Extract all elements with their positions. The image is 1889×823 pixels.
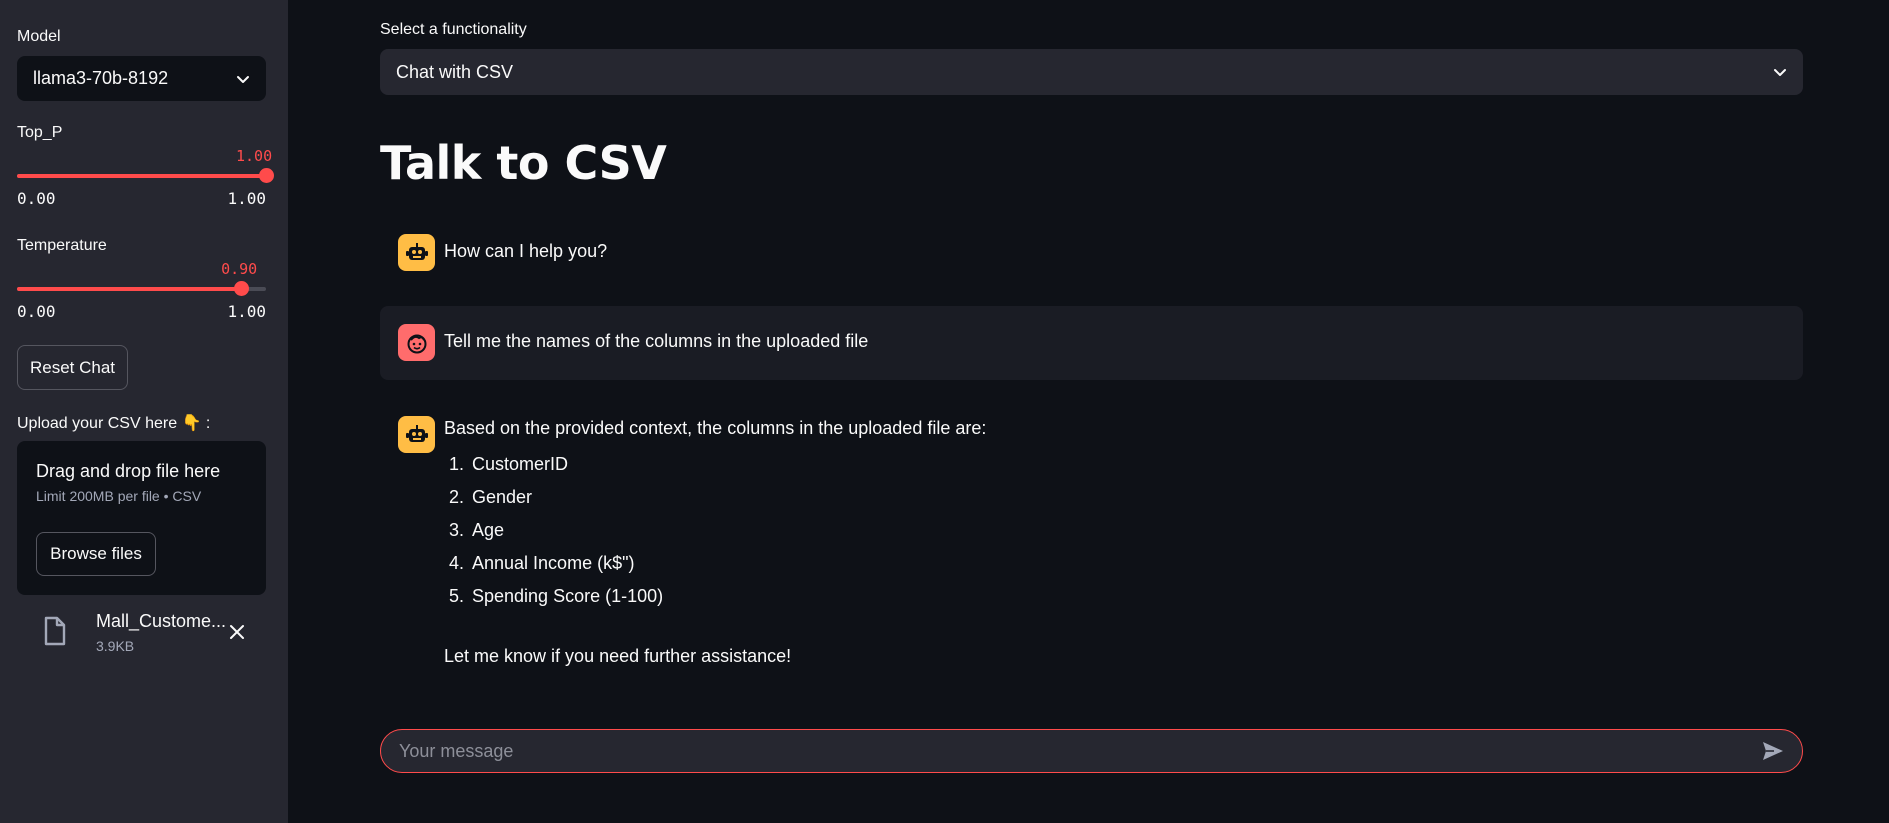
top-p-label: Top_P — [17, 124, 63, 141]
chat-message-assistant: How can I help you? — [380, 214, 1803, 288]
file-dropzone[interactable]: Drag and drop file here Limit 200MB per … — [17, 441, 266, 595]
top-p-max: 1.00 — [227, 189, 266, 208]
list-item: 4. Annual Income (k$") — [438, 553, 663, 586]
dropzone-limit: Limit 200MB per file • CSV — [36, 488, 202, 504]
send-icon[interactable] — [1762, 741, 1784, 761]
reset-chat-button[interactable]: Reset Chat — [17, 345, 128, 390]
sidebar: Model llama3-70b-8192 Top_P 1.00 0.00 1.… — [0, 0, 288, 823]
browse-files-button[interactable]: Browse files — [36, 532, 156, 576]
message-intro: Based on the provided context, the colum… — [444, 418, 987, 438]
file-icon — [44, 616, 66, 646]
temperature-max: 1.00 — [227, 302, 266, 321]
temperature-slider[interactable]: 0.90 0.00 1.00 — [17, 260, 266, 321]
chevron-down-icon — [237, 75, 249, 83]
list-item: 5. Spending Score (1-100) — [438, 586, 663, 619]
list-text: Spending Score (1-100) — [472, 586, 664, 606]
top-p-value: 1.00 — [236, 147, 273, 165]
slider-thumb[interactable] — [234, 281, 250, 296]
chat-input-box — [380, 729, 1803, 773]
page-title: Talk to CSV — [380, 136, 667, 190]
bot-avatar — [398, 416, 435, 453]
chevron-down-icon — [1774, 69, 1786, 76]
list-item: 3. Age — [438, 520, 663, 553]
chat-message-assistant: Based on the provided context, the colum… — [380, 398, 1803, 688]
top-p-slider[interactable]: 1.00 0.00 1.00 — [17, 147, 274, 208]
model-select[interactable]: llama3-70b-8192 — [17, 56, 266, 101]
list-number: 1. — [448, 454, 464, 474]
file-size: 3.9KB — [96, 638, 135, 654]
dropzone-title: Drag and drop file here — [36, 461, 221, 481]
temperature-label: Temperature — [17, 237, 107, 254]
face-icon — [407, 334, 426, 353]
robot-icon — [405, 424, 428, 442]
list-item: 2. Gender — [438, 487, 663, 520]
slider-thumb[interactable] — [259, 168, 274, 183]
upload-label: Upload your CSV here 👇 : — [17, 415, 211, 432]
bot-avatar — [398, 234, 435, 271]
list-text: Gender — [472, 487, 533, 507]
functionality-label: Select a functionality — [380, 21, 527, 38]
list-text: CustomerID — [472, 454, 569, 474]
message-text: Tell me the names of the columns in the … — [444, 331, 869, 351]
list-number: 4. — [448, 553, 464, 573]
top-p-min: 0.00 — [17, 189, 56, 208]
functionality-select-value: Chat with CSV — [396, 61, 514, 82]
list-text: Age — [472, 520, 505, 540]
close-icon[interactable] — [229, 624, 245, 640]
user-avatar — [398, 324, 435, 361]
model-select-value: llama3-70b-8192 — [33, 68, 169, 88]
file-name: Mall_Custome... — [96, 611, 227, 631]
chat-input[interactable] — [399, 740, 1762, 762]
list-number: 3. — [448, 520, 464, 540]
slider-fill — [17, 174, 266, 178]
column-list: 1. CustomerID 2. Gender 3. Age 4. Annual Inc… — [438, 454, 663, 619]
list-number: 2. — [448, 487, 464, 507]
list-item: 1. CustomerID — [438, 454, 663, 487]
slider-track — [17, 281, 266, 296]
temperature-min: 0.00 — [17, 302, 56, 321]
uploaded-file: Mall_Custome... 3.9KB — [40, 610, 260, 658]
list-number: 5. — [448, 586, 464, 606]
list-text: Annual Income (k$") — [472, 553, 635, 573]
model-label: Model — [17, 28, 61, 45]
temperature-value: 0.90 — [221, 260, 258, 278]
slider-track — [17, 168, 274, 183]
robot-icon — [405, 242, 428, 260]
message-text: How can I help you? — [444, 241, 608, 261]
functionality-select[interactable]: Chat with CSV — [380, 49, 1803, 95]
message-outro: Let me know if you need further assistan… — [444, 646, 792, 666]
main-area: Select a functionality Chat with CSV Tal… — [288, 0, 1889, 823]
chat-message-user: Tell me the names of the columns in the … — [380, 306, 1803, 380]
slider-fill — [17, 287, 242, 291]
